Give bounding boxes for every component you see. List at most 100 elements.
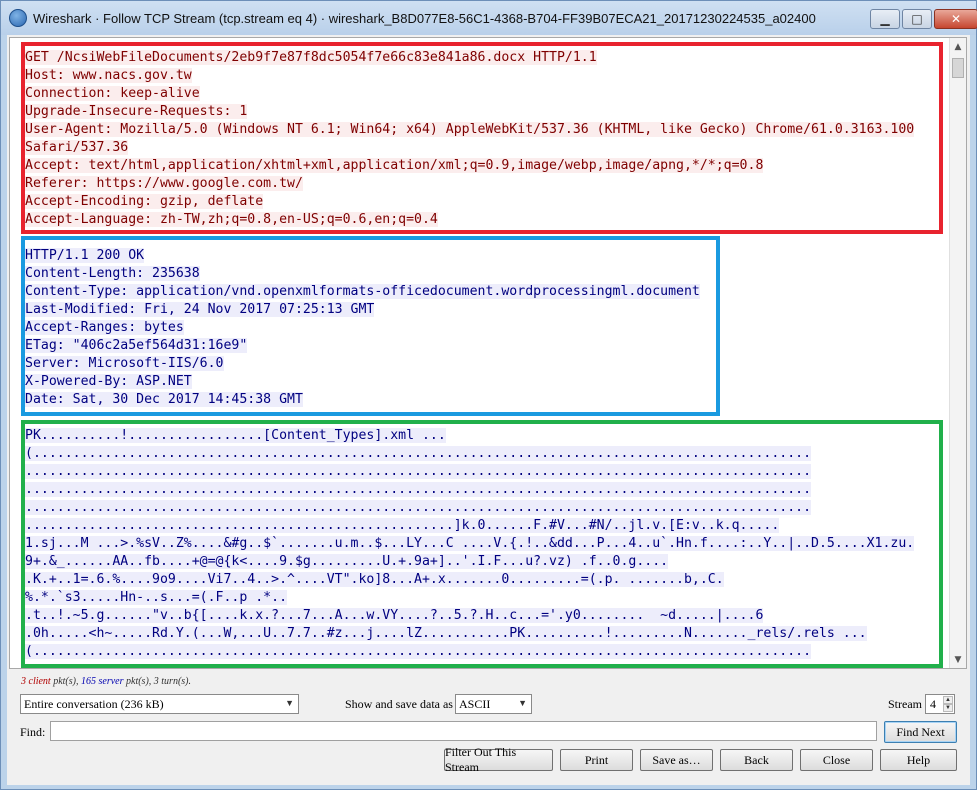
response-line-text: Content-Type: application/vnd.openxmlfor… [25, 284, 700, 299]
dialog-body: GET /NcsiWebFileDocuments/2eb9f7e87f8dc5… [7, 35, 970, 785]
body-line-text: .0h.....<h~.....Rd.Y.(...W,...U..7.7..#z… [25, 626, 867, 641]
body-line-text: 1.sj...M ...>.%sV..Z%....&#g..$`.......u… [25, 536, 915, 551]
spin-down-icon[interactable]: ▼ [943, 704, 953, 712]
vertical-scrollbar[interactable]: ▲ ▼ [949, 38, 966, 668]
request-line: Referer: https://www.google.com.tw/ [25, 175, 914, 193]
response-line: Content-Type: application/vnd.openxmlfor… [25, 283, 700, 301]
body-line: 9+.&_......AA..fb....+@=@{k<....9.$g....… [25, 553, 914, 571]
response-line: ETag: "406c2a5ef564d31:16e9" [25, 337, 700, 355]
request-line: Safari/537.36 [25, 139, 914, 157]
scroll-down-icon[interactable]: ▼ [950, 651, 966, 668]
request-line-text: Accept-Encoding: gzip, deflate [25, 194, 264, 209]
conversation-select[interactable]: Entire conversation (236 kB) ▼ [20, 694, 299, 714]
dropdown-arrow-icon: ▼ [285, 698, 294, 708]
response-line: HTTP/1.1 200 OK [25, 247, 700, 265]
body-line: ........................................… [25, 499, 914, 517]
server-count: 165 [81, 676, 96, 687]
response-line-text: Content-Length: 235638 [25, 266, 200, 281]
body-line-text: ........................................… [25, 500, 812, 515]
conversation-select-value: Entire conversation (236 kB) [24, 696, 164, 711]
request-line-text: Upgrade-Insecure-Requests: 1 [25, 104, 248, 119]
request-line-text: Connection: keep-alive [25, 86, 200, 101]
format-select-value: ASCII [459, 696, 491, 711]
show-save-label: Show and save data as [345, 697, 453, 711]
request-line: GET /NcsiWebFileDocuments/2eb9f7e87f8dc5… [25, 49, 914, 67]
request-line: Accept-Encoding: gzip, deflate [25, 193, 914, 211]
body-line: .t..!.~5.g......"v..b{[....k.x.?...7...A… [25, 607, 914, 625]
response-line-text: X-Powered-By: ASP.NET [25, 374, 192, 389]
response-line: Date: Sat, 30 Dec 2017 14:45:38 GMT [25, 391, 700, 409]
maximize-button[interactable]: □ [902, 9, 932, 29]
response-line-text: Server: Microsoft-IIS/6.0 [25, 356, 224, 371]
close-button[interactable]: Close [800, 749, 873, 771]
help-button[interactable]: Help [880, 749, 957, 771]
find-label: Find: [20, 725, 46, 739]
response-line: Content-Length: 235638 [25, 265, 700, 283]
request-line: Accept-Language: zh-TW,zh;q=0.8,en-US;q=… [25, 211, 914, 229]
client-label: client [28, 676, 51, 687]
body-line: (.......................................… [25, 445, 914, 463]
save-as-button[interactable]: Save as… [640, 749, 713, 771]
response-line: Last-Modified: Fri, 24 Nov 2017 07:25:13… [25, 301, 700, 319]
stream-content-pane[interactable]: GET /NcsiWebFileDocuments/2eb9f7e87f8dc5… [9, 37, 967, 669]
request-line-text: User-Agent: Mozilla/5.0 (Windows NT 6.1;… [25, 122, 915, 137]
body-line-text: ........................................… [25, 464, 812, 479]
response-body-block: PK..........!.................[Content_T… [25, 427, 915, 661]
response-line-text: Date: Sat, 30 Dec 2017 14:45:38 GMT [25, 392, 303, 407]
request-line-text: Safari/537.36 [25, 140, 129, 155]
title-bar[interactable]: Wireshark · Follow TCP Stream (tcp.strea… [1, 1, 977, 35]
turns-text: 3 turn(s). [153, 676, 192, 687]
pkts-text-2: pkt(s), [126, 676, 152, 687]
request-line-text: Referer: https://www.google.com.tw/ [25, 176, 303, 191]
request-line-text: Accept-Language: zh-TW,zh;q=0.8,en-US;q=… [25, 212, 438, 227]
response-line-text: HTTP/1.1 200 OK [25, 248, 145, 263]
body-line: PK..........!.................[Content_T… [25, 427, 914, 445]
server-label: server [98, 676, 124, 687]
body-line: ........................................… [25, 463, 914, 481]
scroll-thumb[interactable] [952, 58, 964, 78]
body-line-text: .K.+..1=.6.%....9o9....Vi7..4..>.^....VT… [25, 572, 724, 587]
print-button[interactable]: Print [560, 749, 633, 771]
request-line: Accept: text/html,application/xhtml+xml,… [25, 157, 914, 175]
dropdown-arrow-icon: ▼ [518, 698, 527, 708]
body-line-text: ........................................… [25, 482, 812, 497]
spin-up-icon[interactable]: ▲ [943, 696, 953, 704]
http-request-block: GET /NcsiWebFileDocuments/2eb9f7e87f8dc5… [25, 49, 915, 229]
body-line: %.*.`s3.....Hn-..s...=(.F..p .*.. [25, 589, 914, 607]
request-line-text: Host: www.nacs.gov.tw [25, 68, 192, 83]
scroll-up-icon[interactable]: ▲ [950, 38, 966, 55]
pkts-text-1: pkt(s), [53, 676, 79, 687]
body-line-text: ........................................… [25, 518, 780, 533]
body-line: ........................................… [25, 481, 914, 499]
minimize-button[interactable]: ▁ [870, 9, 900, 29]
find-input[interactable] [50, 721, 877, 741]
stream-number-value: 4 [930, 696, 936, 711]
stream-number-spinbox[interactable]: 4 ▲ ▼ [925, 694, 955, 714]
request-line: Upgrade-Insecure-Requests: 1 [25, 103, 914, 121]
request-line: Connection: keep-alive [25, 85, 914, 103]
request-line: User-Agent: Mozilla/5.0 (Windows NT 6.1;… [25, 121, 915, 139]
body-line-text: (.......................................… [25, 644, 812, 659]
body-line-text: %.*.`s3.....Hn-..s...=(.F..p .*.. [25, 590, 288, 605]
response-line-text: Last-Modified: Fri, 24 Nov 2017 07:25:13… [25, 302, 375, 317]
response-line-text: ETag: "406c2a5ef564d31:16e9" [25, 338, 248, 353]
body-line-text: (.......................................… [25, 446, 812, 461]
window-title: Wireshark · Follow TCP Stream (tcp.strea… [33, 10, 816, 26]
response-line: Server: Microsoft-IIS/6.0 [25, 355, 700, 373]
filter-out-stream-button[interactable]: Filter Out This Stream [444, 745, 553, 774]
stream-label: Stream [888, 697, 922, 711]
response-line: Accept-Ranges: bytes [25, 319, 700, 337]
request-line: Host: www.nacs.gov.tw [25, 67, 914, 85]
follow-tcp-stream-window: Wireshark · Follow TCP Stream (tcp.strea… [0, 0, 977, 790]
back-button[interactable]: Back [720, 749, 793, 771]
format-select[interactable]: ASCII ▼ [455, 694, 532, 714]
request-line-text: GET /NcsiWebFileDocuments/2eb9f7e87f8dc5… [25, 50, 597, 65]
find-next-button[interactable]: Find Next [884, 721, 957, 743]
response-line-text: Accept-Ranges: bytes [25, 320, 184, 335]
request-line-text: Accept: text/html,application/xhtml+xml,… [25, 158, 764, 173]
body-line: .K.+..1=.6.%....9o9....Vi7..4..>.^....VT… [25, 571, 914, 589]
body-line: (.......................................… [25, 643, 914, 661]
close-window-button[interactable]: ✕ [934, 9, 977, 29]
body-line: 1.sj...M ...>.%sV..Z%....&#g..$`.......u… [25, 535, 915, 553]
stream-stats: 3 client pkt(s), 165 server pkt(s), 3 tu… [21, 676, 191, 687]
